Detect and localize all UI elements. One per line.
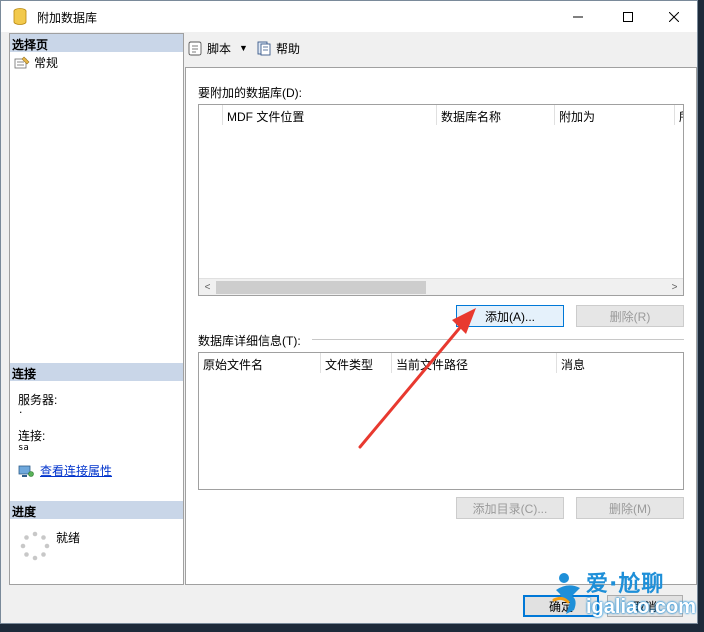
help-button[interactable]: 帮助 — [256, 40, 300, 57]
maximize-icon — [623, 11, 633, 22]
column-header-message[interactable]: 消息 — [557, 353, 683, 373]
details-label: 数据库详细信息(T): — [198, 334, 301, 348]
view-connection-properties-link[interactable]: 查看连接属性 — [18, 462, 112, 479]
remove-details-button[interactable]: 删除(M) — [576, 497, 684, 519]
connection-label: 连接: — [18, 429, 46, 443]
connection-properties-icon — [18, 465, 34, 477]
close-button[interactable] — [651, 1, 697, 32]
attach-database-window: 附加数据库 选择页 常规 连接 服务器: . 连接: sa 查看连接属性 进度 … — [0, 0, 698, 624]
script-icon — [188, 41, 202, 56]
progress-status: 就绪 — [56, 531, 81, 545]
window-title: 附加数据库 — [37, 11, 98, 25]
add-catalog-button[interactable]: 添加目录(C)... — [456, 497, 564, 519]
maximize-button[interactable] — [605, 1, 651, 32]
horizontal-scrollbar[interactable]: < > — [199, 278, 683, 295]
remove-button[interactable]: 删除(R) — [576, 305, 684, 327]
connection-header: 连接 — [10, 363, 183, 381]
details-list-header: 原始文件名 文件类型 当前文件路径 消息 — [199, 353, 683, 373]
watermark-en-text: igaliao.com — [586, 596, 697, 618]
server-label: 服务器: — [18, 393, 58, 407]
general-page-icon — [14, 56, 30, 68]
scroll-right-icon[interactable]: > — [666, 279, 683, 295]
left-pane: 选择页 常规 连接 服务器: . 连接: sa 查看连接属性 进度 就绪 — [9, 33, 184, 585]
minimize-button[interactable] — [555, 1, 601, 32]
script-button[interactable]: 脚本 — [187, 40, 231, 57]
databases-list[interactable]: MDF 文件位置 数据库名称 附加为 所 < > — [198, 104, 684, 296]
details-list[interactable]: 原始文件名 文件类型 当前文件路径 消息 — [198, 352, 684, 490]
watermark: 爱·尬聊 igaliao.com — [552, 566, 702, 626]
add-button[interactable]: 添加(A)... — [456, 305, 564, 327]
database-icon — [13, 8, 27, 25]
script-label: 脚本 — [207, 41, 232, 56]
progress-header: 进度 — [10, 501, 183, 519]
minimize-icon — [573, 16, 583, 17]
desktop-background — [698, 0, 704, 632]
main-pane: 要附加的数据库(D): MDF 文件位置 数据库名称 附加为 所 < > 添加(… — [185, 67, 697, 585]
watermark-cn-text: 爱·尬聊 — [586, 572, 665, 597]
column-header-current-path[interactable]: 当前文件路径 — [392, 353, 557, 373]
script-dropdown-arrow-icon[interactable]: ▼ — [239, 43, 248, 53]
server-value: . — [18, 406, 24, 416]
scrollbar-thumb[interactable] — [216, 281, 426, 294]
column-header-original-filename[interactable]: 原始文件名 — [199, 353, 321, 373]
help-icon — [257, 41, 271, 56]
details-separator — [312, 339, 684, 340]
scroll-left-icon[interactable]: < — [199, 279, 216, 295]
progress-spinner-icon — [20, 531, 50, 561]
column-header-database-name[interactable]: 数据库名称 — [437, 105, 555, 125]
databases-list-header: MDF 文件位置 数据库名称 附加为 所 — [199, 105, 683, 125]
help-label: 帮助 — [275, 41, 300, 56]
column-header-mdf-location[interactable]: MDF 文件位置 — [223, 105, 437, 125]
toolbar: 脚本 ▼ 帮助 — [187, 33, 697, 63]
connection-value: sa — [18, 443, 29, 453]
column-header-file-type[interactable]: 文件类型 — [321, 353, 392, 373]
select-page-header: 选择页 — [10, 34, 183, 52]
page-item-general[interactable]: 常规 — [14, 54, 58, 71]
page-item-label: 常规 — [34, 56, 59, 70]
column-header-owner[interactable]: 所 — [675, 105, 683, 125]
watermark-logo-icon — [552, 573, 580, 614]
column-header-checkbox[interactable] — [199, 105, 223, 125]
view-connection-link-text: 查看连接属性 — [40, 464, 113, 478]
databases-label: 要附加的数据库(D): — [198, 86, 302, 100]
column-header-attach-as[interactable]: 附加为 — [555, 105, 675, 125]
close-icon — [669, 11, 679, 22]
title-bar: 附加数据库 — [1, 1, 697, 32]
